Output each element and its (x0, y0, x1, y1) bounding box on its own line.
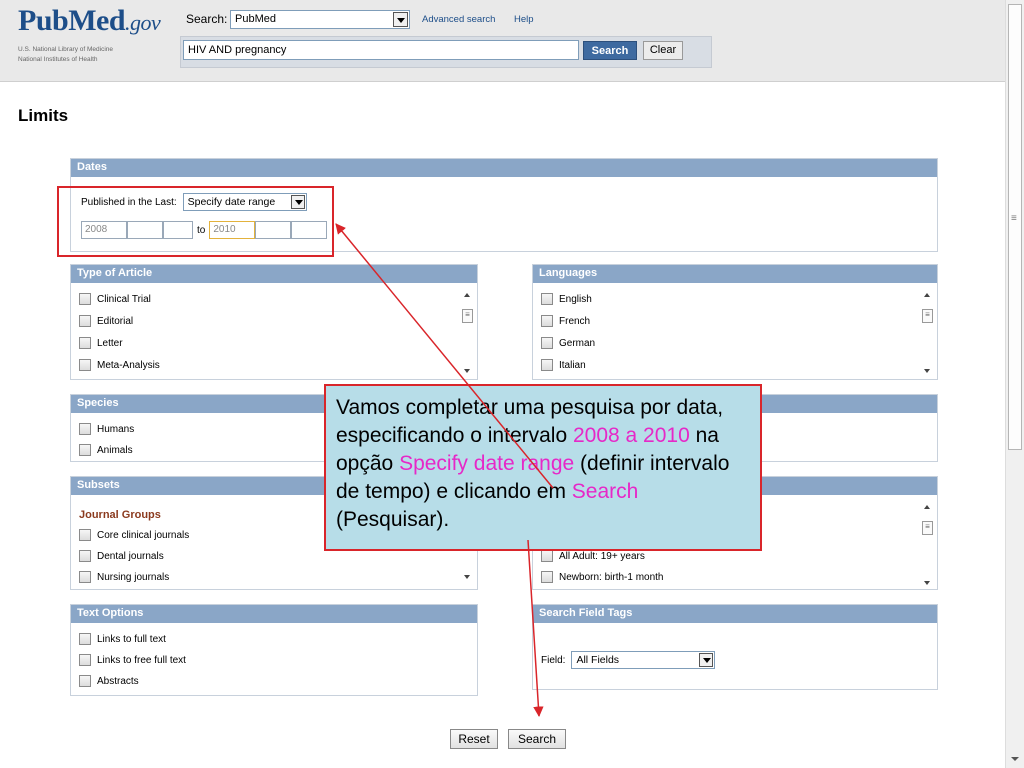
article-type-item[interactable]: Letter (79, 337, 123, 349)
checkbox[interactable] (541, 550, 553, 562)
text-options-title: Text Options (71, 605, 477, 623)
checkbox[interactable] (79, 444, 91, 456)
annotation-highlight-option: Specify date range (399, 452, 575, 475)
text-option-item[interactable]: Links to free full text (79, 654, 186, 666)
article-type-item[interactable]: Editorial (79, 315, 133, 327)
checkbox[interactable] (541, 315, 553, 327)
help-link[interactable]: Help (514, 14, 534, 25)
language-item[interactable]: Italian (541, 359, 586, 371)
checkbox[interactable] (79, 654, 91, 666)
chevron-down-icon[interactable] (699, 653, 714, 667)
search-input[interactable]: HIV AND pregnancy (183, 40, 579, 60)
species-item[interactable]: Humans (79, 423, 134, 435)
search-area: Search: PubMed Advanced search Help HIV … (178, 6, 712, 68)
checkbox[interactable] (79, 423, 91, 435)
checkbox[interactable] (79, 293, 91, 305)
database-value: PubMed (235, 13, 276, 25)
journal-groups-label: Journal Groups (79, 509, 161, 521)
language-list-scrollbar[interactable]: ≡ (921, 287, 935, 379)
logo-subtitle-nih: National Institutes of Health (18, 56, 98, 63)
language-item[interactable]: French (541, 315, 590, 327)
subset-item[interactable]: Core clinical journals (79, 529, 189, 541)
ages-list-scrollbar[interactable]: ≡ (921, 499, 935, 591)
age-item[interactable]: Newborn: birth-1 month (541, 571, 664, 583)
page-scrollbar[interactable] (1005, 0, 1024, 768)
languages-panel: Languages English French German Italian … (532, 264, 938, 380)
logo-wordmark: PubMed.gov (18, 4, 161, 37)
page-title: Limits (18, 106, 69, 125)
chevron-down-icon[interactable] (393, 12, 408, 27)
language-item[interactable]: English (541, 293, 592, 305)
article-type-item[interactable]: Clinical Trial (79, 293, 151, 305)
search-button[interactable]: Search (508, 729, 566, 749)
text-option-item[interactable]: Abstracts (79, 675, 139, 687)
checkbox[interactable] (541, 359, 553, 371)
checkbox[interactable] (541, 337, 553, 349)
languages-title: Languages (533, 265, 937, 283)
scroll-down-icon[interactable] (1010, 754, 1020, 764)
language-item[interactable]: German (541, 337, 595, 349)
field-select[interactable]: All Fields (571, 651, 716, 669)
header-search-button[interactable]: Search (583, 41, 637, 60)
text-option-item[interactable]: Links to full text (79, 633, 166, 645)
field-label: Field: (541, 654, 566, 666)
annotation-highlight-search: Search (571, 480, 639, 503)
checkbox[interactable] (79, 633, 91, 645)
search-field-tags-title: Search Field Tags (533, 605, 937, 623)
checkbox[interactable] (541, 571, 553, 583)
checkbox[interactable] (79, 337, 91, 349)
pubmed-logo[interactable]: PubMed.gov U.S. National Library of Medi… (14, 4, 174, 74)
checkbox[interactable] (79, 359, 91, 371)
checkbox[interactable] (79, 675, 91, 687)
annotation-highlight-dates: 2008 a 2010 (572, 424, 690, 447)
advanced-search-link[interactable]: Advanced search (422, 14, 495, 25)
article-list-scrollbar[interactable]: ≡ (461, 287, 475, 379)
checkbox[interactable] (541, 293, 553, 305)
reset-button[interactable]: Reset (450, 729, 498, 749)
search-field-tags-panel: Search Field Tags Field: All Fields (532, 604, 938, 690)
date-highlight-frame (57, 186, 334, 257)
database-select[interactable]: PubMed (230, 10, 410, 29)
checkbox[interactable] (79, 315, 91, 327)
annotation-text: (Pesquisar). (336, 508, 450, 531)
scrollbar-thumb[interactable] (1008, 4, 1022, 450)
checkbox[interactable] (79, 571, 91, 583)
field-row: Field: All Fields (541, 651, 716, 669)
article-type-item[interactable]: Meta-Analysis (79, 359, 160, 371)
checkbox[interactable] (79, 550, 91, 562)
text-options-panel: Text Options Links to full text Links to… (70, 604, 478, 696)
query-bar: HIV AND pregnancy Search Clear (180, 36, 712, 68)
dates-panel-title: Dates (71, 159, 937, 177)
type-of-article-title: Type of Article (71, 265, 477, 283)
pubmed-header: PubMed.gov U.S. National Library of Medi… (0, 0, 1005, 82)
field-value: All Fields (576, 654, 620, 666)
search-label: Search: (186, 12, 228, 26)
clear-button[interactable]: Clear (643, 41, 683, 60)
annotation-callout: Vamos completar uma pesquisa por data, e… (324, 384, 762, 551)
subset-item[interactable]: Nursing journals (79, 571, 169, 583)
species-item[interactable]: Animals (79, 444, 133, 456)
checkbox[interactable] (79, 529, 91, 541)
subset-item[interactable]: Dental journals (79, 550, 164, 562)
age-item[interactable]: All Adult: 19+ years (541, 550, 645, 562)
type-of-article-panel: Type of Article Clinical Trial Editorial… (70, 264, 478, 380)
logo-subtitle-nlm: U.S. National Library of Medicine (18, 46, 114, 53)
